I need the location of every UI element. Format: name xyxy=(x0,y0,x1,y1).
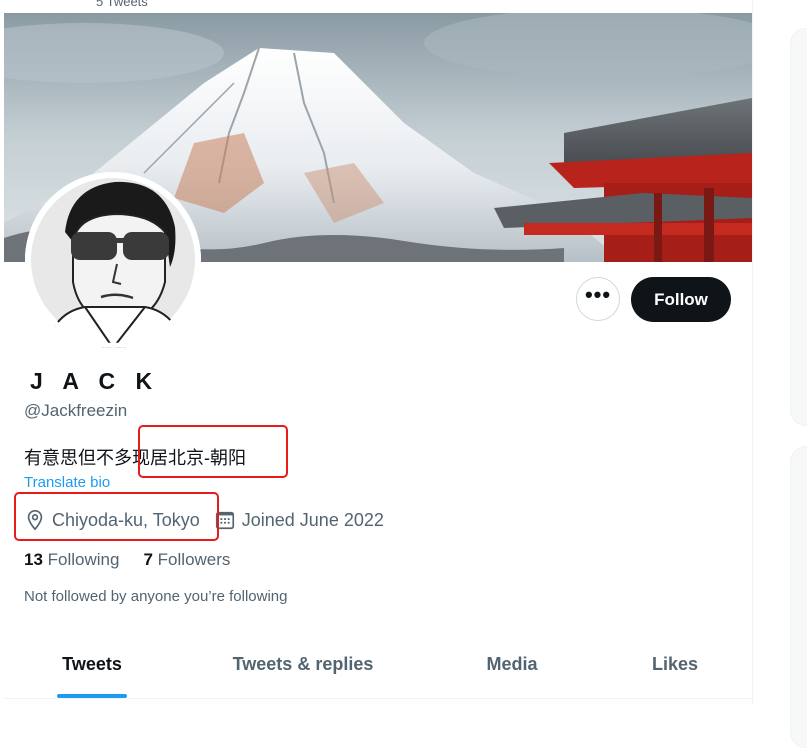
joined-text: Joined June 2022 xyxy=(241,509,384,530)
following-label: Following xyxy=(47,550,120,569)
followers-label: Followers xyxy=(157,550,231,569)
tweet-count: 5 Tweets xyxy=(96,0,148,9)
avatar-image xyxy=(25,172,201,348)
location: Chiyoda-ku, Tokyo xyxy=(24,509,200,531)
not-followed-note: Not followed by anyone you’re following xyxy=(24,588,288,605)
tab-label: Tweets & replies xyxy=(232,654,374,674)
right-gutter xyxy=(752,0,807,748)
tab-tweets-replies[interactable]: Tweets & replies xyxy=(180,631,426,698)
profile-column: 5 Tweets ••• Follow J A C K @Jackfreezin… xyxy=(4,0,752,705)
profile-meta: Chiyoda-ku, Tokyo Joined June 2022 xyxy=(24,507,392,533)
handle: @Jackfreezin xyxy=(24,401,128,420)
tab-label: Likes xyxy=(651,654,699,674)
tabs-divider xyxy=(4,698,752,699)
tab-media[interactable]: Media xyxy=(426,631,598,698)
tab-label: Tweets xyxy=(62,654,122,674)
tab-label: Media xyxy=(486,654,538,674)
followers-link[interactable]: 7 Followers xyxy=(143,550,230,570)
bio-text-1: 有意思但不多 xyxy=(24,448,132,468)
following-count: 13 xyxy=(24,550,43,569)
translate-bio-link[interactable]: Translate bio xyxy=(24,474,110,491)
top-header: 5 Tweets xyxy=(4,0,752,13)
tab-tweets[interactable]: Tweets xyxy=(4,631,180,698)
avatar[interactable] xyxy=(25,172,201,348)
sidebar-card xyxy=(790,28,807,426)
followers-count: 7 xyxy=(143,550,153,569)
display-name: J A C K xyxy=(30,368,160,394)
more-icon: ••• xyxy=(584,282,612,307)
bio-text-2: 现居北京-朝阳 xyxy=(132,448,246,468)
tab-likes[interactable]: Likes xyxy=(598,631,752,698)
location-text: Chiyoda-ku, Tokyo xyxy=(52,509,200,530)
follow-button[interactable]: Follow xyxy=(631,277,731,322)
profile-tabs: Tweets Tweets & replies Media Likes xyxy=(4,631,752,698)
location-pin-icon xyxy=(24,509,46,531)
sidebar-card xyxy=(790,446,807,748)
more-button[interactable]: ••• xyxy=(576,277,620,321)
following-link[interactable]: 13 Following xyxy=(24,550,119,570)
calendar-icon xyxy=(214,509,236,531)
column-divider xyxy=(752,0,753,705)
follow-stats: 13 Following 7 Followers xyxy=(24,550,254,570)
joined-date: Joined June 2022 xyxy=(214,509,384,531)
bio: 有意思但不多现居北京-朝阳 xyxy=(24,444,246,470)
